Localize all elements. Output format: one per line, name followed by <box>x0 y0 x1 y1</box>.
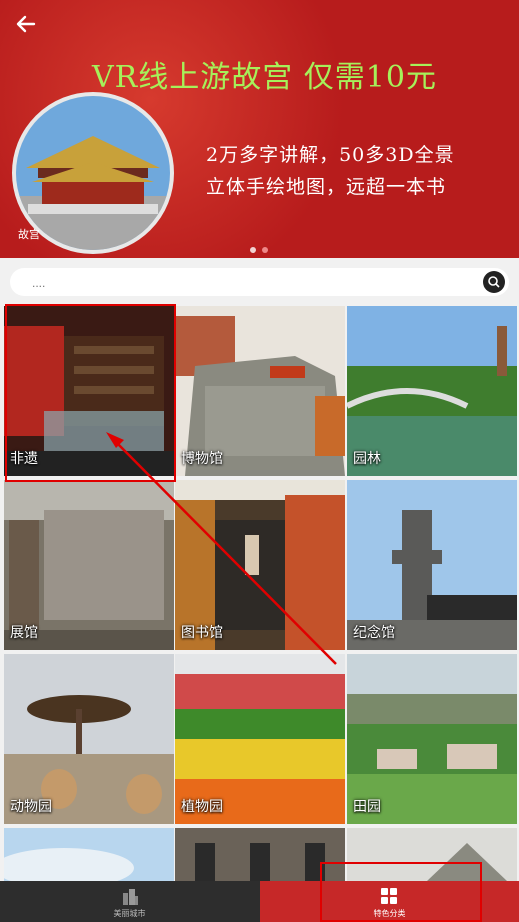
category-label: 博物馆 <box>181 451 223 467</box>
sky-photo <box>4 828 174 881</box>
category-label: 纪念馆 <box>353 625 395 641</box>
category-tile-garden[interactable]: 园林 <box>347 306 517 476</box>
banner-carousel[interactable]: VR线上游故宫 仅需10元 2万多字讲解，50多3D全景 立体手绘地图，远超一本… <box>0 0 519 258</box>
search-input[interactable] <box>30 273 474 293</box>
category-tile-memorial[interactable]: 纪念馆 <box>347 480 517 650</box>
tab-beautiful-city[interactable]: 美丽城市 <box>0 881 259 922</box>
carousel-dots <box>250 247 268 253</box>
category-label: 展馆 <box>10 625 38 641</box>
category-tile-exhibition[interactable]: 展馆 <box>4 480 174 650</box>
banner-headline: VR线上游故宫 仅需10元 <box>92 60 437 95</box>
highlight-box-heritage <box>5 304 176 482</box>
search-icon <box>488 276 500 288</box>
category-tile-museum[interactable]: 博物馆 <box>175 306 345 476</box>
search-bar <box>10 268 509 296</box>
category-label: 图书馆 <box>181 625 223 641</box>
carousel-dot[interactable] <box>262 247 268 253</box>
category-label: 田园 <box>353 799 381 815</box>
city-buildings-icon <box>123 889 138 905</box>
highlight-box-tab <box>320 862 482 922</box>
search-button[interactable] <box>483 271 505 293</box>
category-tile-zoo[interactable]: 动物园 <box>4 654 174 824</box>
banner-line-2: 立体手绘地图，远超一本书 <box>206 176 447 198</box>
back-arrow-icon[interactable] <box>14 12 38 36</box>
category-tile-countryside[interactable]: 田园 <box>347 654 517 824</box>
category-tile-partial-1[interactable] <box>4 828 174 881</box>
banner-caption: 故宫 <box>18 228 40 241</box>
category-label: 植物园 <box>181 799 223 815</box>
category-label: 园林 <box>353 451 381 467</box>
category-tile-botanical-garden[interactable]: 植物园 <box>175 654 345 824</box>
category-label: 动物园 <box>10 799 52 815</box>
carousel-dot[interactable] <box>250 247 256 253</box>
banner-line-1: 2万多字讲解，50多3D全景 <box>206 144 455 166</box>
category-tile-library[interactable]: 图书馆 <box>175 480 345 650</box>
tab-label: 美丽城市 <box>113 909 146 918</box>
